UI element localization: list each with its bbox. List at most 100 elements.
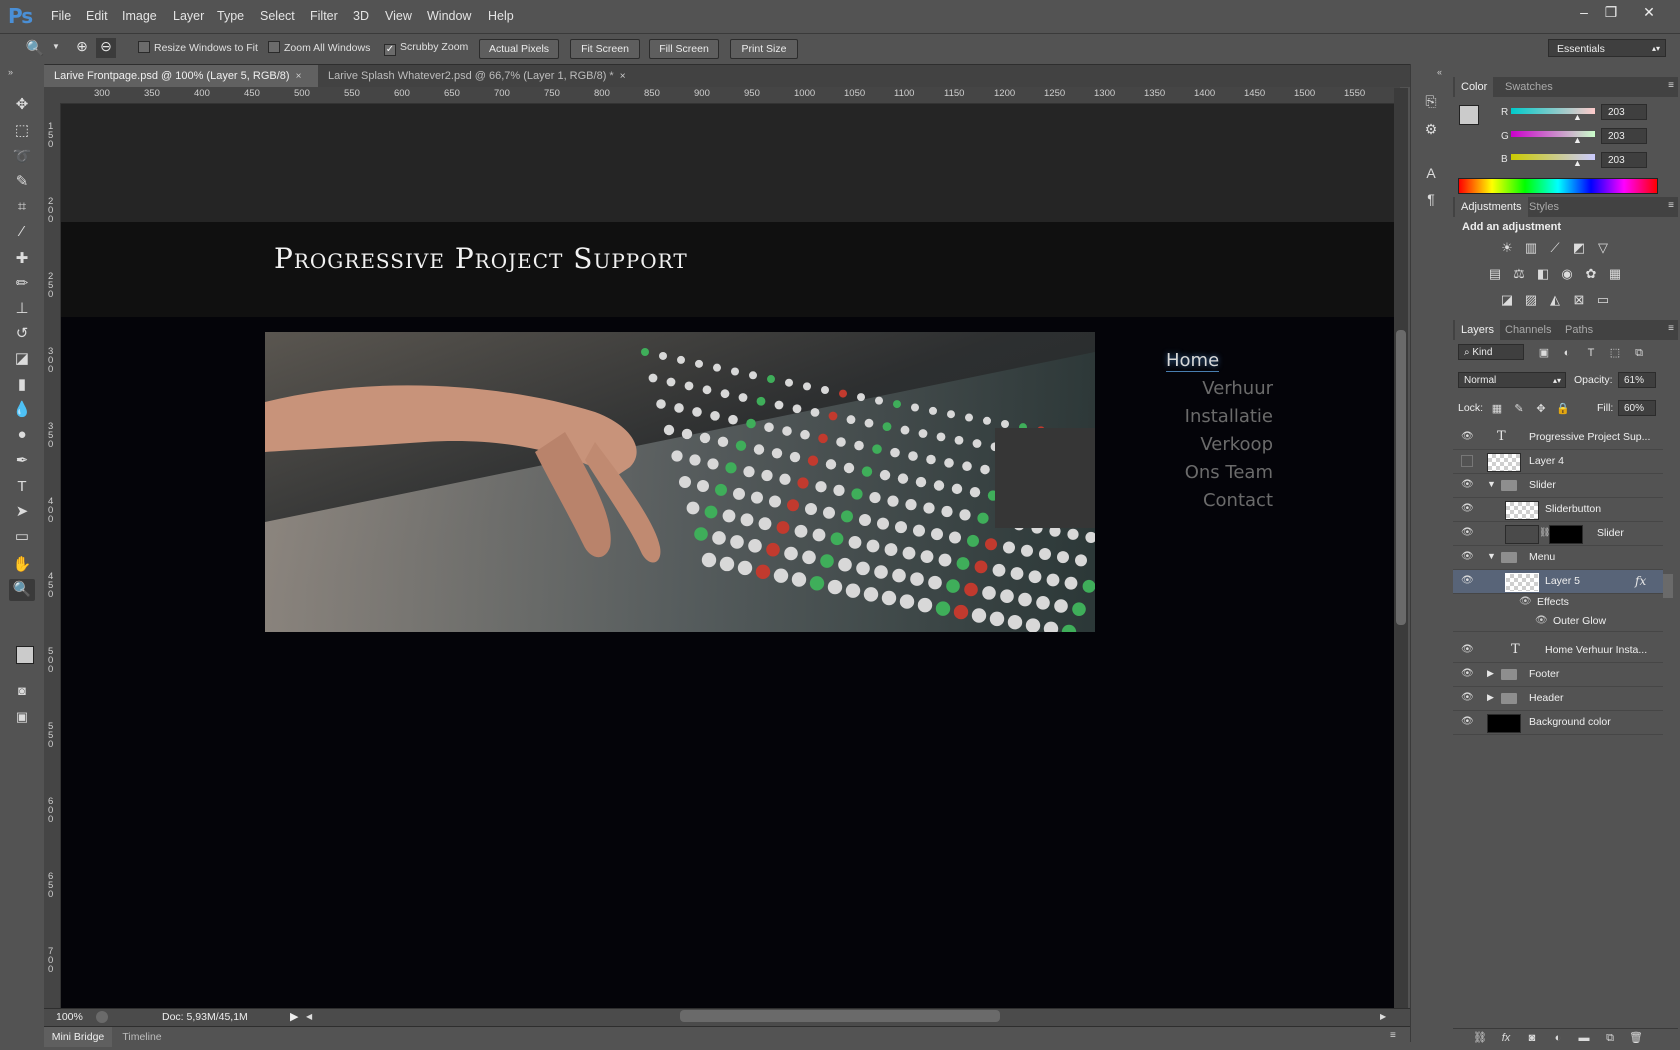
tab-close-icon[interactable]: × [296, 71, 302, 82]
type-tool-icon[interactable]: T [9, 476, 35, 498]
hue-saturation-icon[interactable]: ▤ [1486, 266, 1504, 282]
visibility-eye-icon[interactable]: 👁 [1519, 596, 1532, 607]
mask-thumbnail[interactable] [1549, 525, 1583, 544]
collapse-arrows-icon[interactable]: « [1437, 67, 1442, 77]
lock-all-icon[interactable]: 🔒 [1554, 401, 1572, 417]
fg-color-swatch[interactable] [1459, 105, 1479, 125]
color-lookup-icon[interactable]: ▦ [1606, 266, 1624, 282]
filter-adjustment-icon[interactable]: ◐ [1558, 345, 1576, 361]
visibility-eye-icon[interactable]: 👁 [1461, 527, 1474, 539]
expand-triangle-icon[interactable]: ▼ [1487, 479, 1496, 489]
close-window-button[interactable]: ✕ [1636, 2, 1662, 22]
photo-filter-icon[interactable]: ◉ [1558, 266, 1576, 282]
chevron-down-icon[interactable]: ▼ [52, 42, 60, 51]
posterize-icon[interactable]: ▨ [1522, 292, 1540, 308]
document-tab[interactable]: Larive Splash Whatever2.psd @ 66,7% (Lay… [318, 65, 648, 87]
menu-layer[interactable]: Layer [173, 9, 204, 23]
layer-effects-row[interactable]: 👁 Effects [1453, 594, 1663, 612]
layer-row-layer-5[interactable]: 👁 Layer 5 fx [1453, 570, 1663, 594]
invert-icon[interactable]: ◪ [1498, 292, 1516, 308]
tab-adjustments[interactable]: Adjustments [1455, 197, 1528, 217]
nav-ons-team[interactable]: Ons Team [61, 462, 1273, 483]
scrubby-zoom-checkbox[interactable]: ✓ Scrubby Zoom [384, 41, 468, 56]
menu-edit[interactable]: Edit [86, 9, 108, 23]
threshold-icon[interactable]: ◭ [1546, 292, 1564, 308]
zoom-out-icon[interactable]: ⊖ [96, 38, 116, 58]
visibility-eye-icon[interactable]: 👁 [1461, 431, 1474, 443]
checkmark-icon[interactable]: ✓ [384, 44, 396, 56]
rectangle-tool-icon[interactable]: ▭ [9, 526, 35, 548]
channel-mixer-icon[interactable]: ✿ [1582, 266, 1600, 282]
blend-mode-select[interactable]: Normal ▴▾ [1458, 372, 1566, 388]
layer-row-menu-text[interactable]: 👁 T Home Verhuur Insta... [1453, 639, 1663, 663]
panel-menu-icon[interactable]: ≡ [1390, 1030, 1396, 1041]
checkbox-box[interactable] [268, 41, 280, 53]
menu-type[interactable]: Type [217, 9, 244, 23]
tab-timeline[interactable]: Timeline [116, 1027, 168, 1047]
add-mask-icon[interactable]: ◙ [1523, 1030, 1541, 1046]
tab-color[interactable]: Color [1455, 77, 1494, 97]
fx-icon[interactable]: fx [1635, 574, 1646, 588]
layer-group-footer[interactable]: 👁 ▶ Footer [1453, 663, 1663, 687]
tab-layers[interactable]: Layers [1455, 320, 1501, 340]
restore-button[interactable]: ❐ [1598, 2, 1624, 22]
g-slider[interactable] [1511, 131, 1595, 137]
menu-window[interactable]: Window [427, 9, 471, 23]
filter-pixel-icon[interactable]: ▣ [1535, 345, 1553, 361]
visibility-eye-icon[interactable]: 👁 [1461, 551, 1474, 563]
visibility-eye-icon[interactable]: 👁 [1535, 615, 1548, 626]
selective-color-icon[interactable]: ⊠ [1570, 292, 1588, 308]
levels-icon[interactable]: ▥ [1522, 240, 1540, 256]
vibrance-icon[interactable]: ▽ [1594, 240, 1612, 256]
layer-group-slider[interactable]: 👁 ▼ Slider [1453, 474, 1663, 498]
visibility-eye-icon[interactable]: 👁 [1461, 668, 1474, 680]
zoom-tool-preset-icon[interactable]: 🔍 [22, 38, 48, 60]
lock-transparency-icon[interactable]: ▦ [1488, 401, 1506, 417]
filter-smart-object-icon[interactable]: ⧉ [1630, 345, 1648, 361]
fill-field[interactable]: 60% [1618, 400, 1656, 416]
document-canvas[interactable]: Progressive Project Support Home Verhuur… [61, 104, 1394, 1008]
layers-scroll-thumb[interactable] [1663, 574, 1673, 598]
r-value-field[interactable]: 203 [1601, 104, 1647, 120]
color-balance-icon[interactable]: ⚖ [1510, 266, 1528, 282]
lock-position-icon[interactable]: ✥ [1532, 401, 1550, 417]
layer-row-title-text[interactable]: 👁 T Progressive Project Sup... [1453, 426, 1663, 450]
layer-group-menu[interactable]: 👁 ▼ Menu [1453, 546, 1663, 570]
nav-verhuur[interactable]: Verhuur [61, 378, 1273, 399]
healing-brush-icon[interactable]: ✚ [9, 248, 35, 270]
menu-help[interactable]: Help [488, 9, 514, 23]
minimize-button[interactable]: – [1571, 2, 1597, 22]
brush-tool-icon[interactable]: ✏ [9, 273, 35, 295]
layer-row-background-color[interactable]: 👁 Background color [1453, 711, 1663, 735]
properties-panel-icon[interactable]: ⚙ [1418, 118, 1444, 140]
menu-filter[interactable]: Filter [310, 9, 338, 23]
collapse-triangle-icon[interactable]: ▶ [1487, 692, 1494, 703]
tab-paths[interactable]: Paths [1559, 320, 1599, 340]
r-slider[interactable] [1511, 108, 1595, 114]
b-value-field[interactable]: 203 [1601, 152, 1647, 168]
layer-group-header[interactable]: 👁 ▶ Header [1453, 687, 1663, 711]
visibility-eye-icon[interactable]: 👁 [1461, 479, 1474, 491]
screen-mode-icon[interactable]: ▣ [9, 706, 35, 728]
visibility-off-box[interactable] [1461, 455, 1473, 467]
visibility-eye-icon[interactable]: 👁 [1461, 644, 1474, 656]
zoom-all-windows-checkbox[interactable]: Zoom All Windows [268, 41, 370, 54]
link-layers-icon[interactable]: ⛓ [1471, 1030, 1489, 1046]
panel-menu-icon[interactable]: ≡ [1668, 80, 1674, 91]
nav-home[interactable]: Home [1166, 350, 1220, 372]
panel-menu-icon[interactable]: ≡ [1668, 200, 1674, 211]
tab-mini-bridge[interactable]: Mini Bridge [44, 1027, 112, 1047]
expand-triangle-icon[interactable]: ▼ [1487, 551, 1496, 561]
character-panel-icon[interactable]: A [1418, 162, 1444, 184]
scroll-right-icon[interactable]: ▶ [1380, 1012, 1386, 1021]
panel-menu-icon[interactable]: ≡ [1668, 323, 1674, 334]
filter-type-icon[interactable]: T [1582, 345, 1600, 361]
nav-contact[interactable]: Contact [61, 490, 1273, 511]
visibility-eye-icon[interactable]: 👁 [1461, 575, 1474, 587]
quick-mask-icon[interactable]: ◙ [9, 680, 35, 702]
fill-screen-button[interactable]: Fill Screen [649, 39, 719, 59]
collapse-triangle-icon[interactable]: ▶ [1487, 668, 1494, 679]
quick-selection-icon[interactable]: ✎ [9, 171, 35, 193]
print-size-button[interactable]: Print Size [730, 39, 798, 59]
actual-pixels-button[interactable]: Actual Pixels [479, 39, 559, 59]
